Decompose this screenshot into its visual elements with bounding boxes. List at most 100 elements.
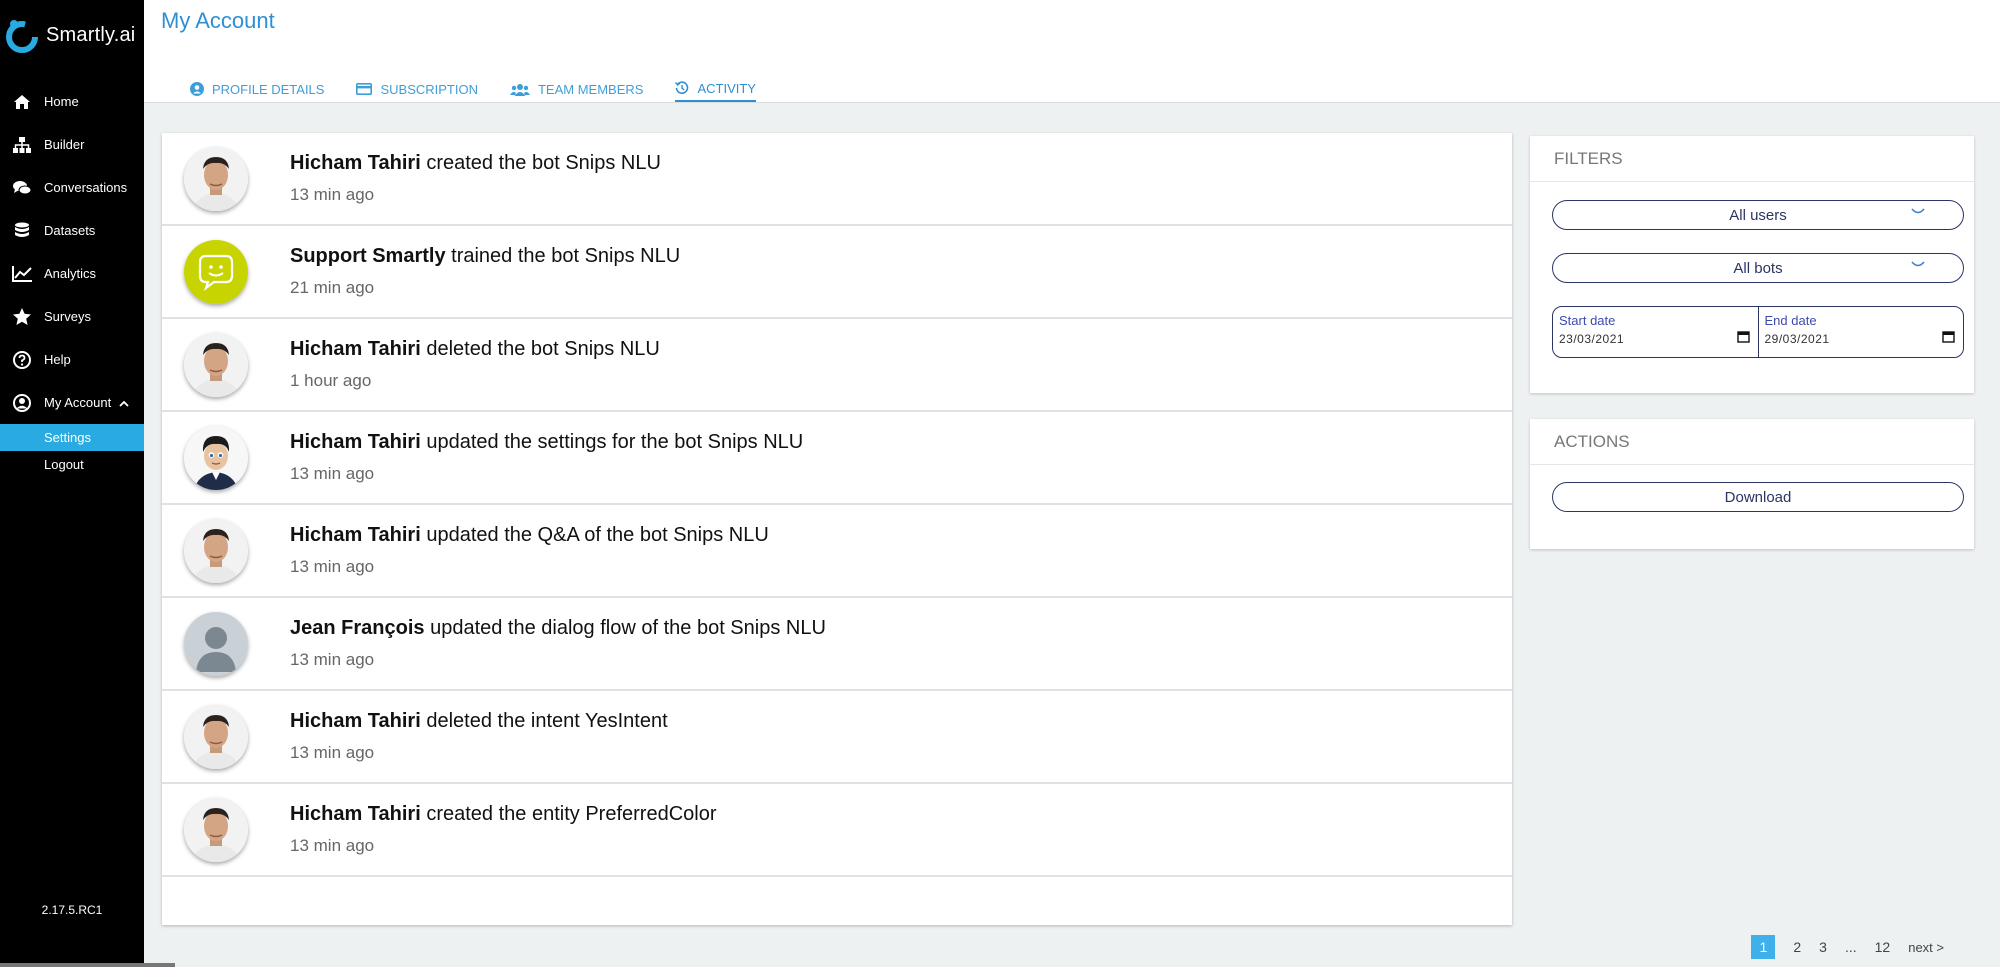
- activity-user: Hicham Tahiri: [290, 710, 421, 732]
- activity-action: created the entity PreferredColor: [426, 803, 717, 825]
- start-date-value: 23/03/2021: [1559, 332, 1625, 346]
- activity-description: Hicham Tahiri updated the settings for t…: [290, 431, 803, 454]
- users-icon: [509, 83, 530, 96]
- activity-description: Hicham Tahiri deleted the intent YesInte…: [290, 710, 668, 733]
- activity-time: 13 min ago: [290, 557, 375, 576]
- activity-description: Hicham Tahiri created the entity Preferr…: [290, 803, 717, 826]
- next-page-link[interactable]: next >: [1908, 940, 1944, 955]
- activity-user: Hicham Tahiri: [290, 431, 421, 453]
- tab-profile-details[interactable]: PROFILE DETAILS: [190, 80, 324, 102]
- history-icon: [675, 81, 689, 95]
- sidebar-item-conversations[interactable]: Conversations: [0, 166, 144, 209]
- activity-action: updated the dialog flow of the bot Snips…: [430, 617, 826, 639]
- sidebar-item-label: Home: [44, 94, 79, 109]
- sidebar-item-analytics[interactable]: Analytics: [0, 252, 144, 295]
- activity-row: Jean François updated the dialog flow of…: [162, 598, 1512, 691]
- sidebar-item-label: My Account: [44, 395, 112, 410]
- app-name: Smartly.ai: [46, 23, 136, 46]
- user-circle-icon: [12, 393, 32, 413]
- activity-user: Support Smartly: [290, 245, 446, 267]
- download-button[interactable]: Download: [1552, 482, 1964, 512]
- filters-panel: FILTERS All users All bots Start date 23…: [1530, 136, 1974, 393]
- activity-user: Hicham Tahiri: [290, 338, 421, 360]
- page-2[interactable]: 2: [1793, 939, 1801, 955]
- user-avatar: [184, 797, 248, 862]
- chart-line-icon: [12, 264, 32, 284]
- activity-text: Jean François updated the dialog flow of…: [290, 617, 826, 670]
- activity-time: 13 min ago: [290, 464, 375, 483]
- sidebar-item-label: Surveys: [44, 309, 91, 324]
- bots-select[interactable]: All bots: [1552, 253, 1964, 283]
- activity-action: updated the settings for the bot Snips N…: [426, 431, 804, 453]
- end-date-label: End date: [1764, 313, 1817, 328]
- sidebar-item-home[interactable]: Home: [0, 80, 144, 123]
- activity-text: Hicham Tahiri deleted the bot Snips NLU …: [290, 338, 660, 391]
- page-3[interactable]: 3: [1819, 939, 1827, 955]
- activity-time: 13 min ago: [290, 743, 375, 762]
- users-select[interactable]: All users: [1552, 200, 1964, 230]
- user-avatar: [184, 146, 248, 211]
- sidebar-item-help[interactable]: Help: [0, 338, 144, 381]
- users-select-value: All users: [1729, 206, 1787, 224]
- activity-description: Hicham Tahiri updated the Q&A of the bot…: [290, 524, 769, 547]
- user-avatar: [184, 518, 248, 583]
- activity-user: Jean François: [290, 617, 425, 639]
- sidebar-item-surveys[interactable]: Surveys: [0, 295, 144, 338]
- activity-user: Hicham Tahiri: [290, 524, 421, 546]
- sidebar-subitem-settings[interactable]: Settings: [0, 424, 144, 451]
- download-label: Download: [1724, 488, 1792, 506]
- activity-time: 1 hour ago: [290, 371, 372, 390]
- activity-description: Support Smartly trained the bot Snips NL…: [290, 245, 680, 268]
- tab-label: TEAM MEMBERS: [537, 81, 644, 97]
- sidebar-item-datasets[interactable]: Datasets: [0, 209, 144, 252]
- activity-row: Hicham Tahiri deleted the bot Snips NLU …: [162, 319, 1512, 412]
- cartoon-avatar: [184, 425, 248, 490]
- sidebar-subitem-logout[interactable]: Logout: [0, 451, 144, 478]
- page-1[interactable]: 1: [1751, 935, 1776, 959]
- star-icon: [12, 307, 32, 327]
- chat-icon: [12, 178, 32, 198]
- tab-subscription[interactable]: SUBSCRIPTION: [356, 80, 478, 102]
- status-strip: [0, 963, 175, 967]
- placeholder-avatar: [184, 611, 248, 676]
- sidebar: Smartly.ai Home Builder Conversations Da…: [0, 0, 144, 967]
- activity-action: trained the bot Snips NLU: [451, 245, 681, 267]
- sidebar-item-label: Datasets: [44, 223, 96, 238]
- end-date-field[interactable]: End date 29/03/2021: [1757, 307, 1964, 357]
- account-subnav: Settings Logout: [0, 424, 144, 478]
- user-avatar: [184, 332, 248, 397]
- app-logo[interactable]: Smartly.ai: [0, 0, 144, 70]
- sidebar-item-my-account[interactable]: My Account: [0, 381, 144, 424]
- activity-action: deleted the bot Snips NLU: [426, 338, 660, 360]
- page-12[interactable]: 12: [1875, 939, 1891, 955]
- database-icon: [12, 221, 32, 241]
- activity-time: 21 min ago: [290, 278, 375, 297]
- tab-label: ACTIVITY: [697, 80, 756, 96]
- start-date-label: Start date: [1559, 313, 1616, 328]
- tab-activity[interactable]: ACTIVITY: [675, 80, 756, 102]
- calendar-icon[interactable]: [1736, 330, 1750, 348]
- sidebar-item-label: Analytics: [44, 266, 97, 281]
- calendar-icon[interactable]: [1942, 330, 1955, 348]
- help-icon: [12, 350, 32, 370]
- start-date-field[interactable]: Start date 23/03/2021: [1553, 307, 1758, 357]
- sidebar-nav: Home Builder Conversations Datasets Anal…: [0, 80, 144, 424]
- tab-team-members[interactable]: TEAM MEMBERS: [509, 80, 644, 102]
- sidebar-item-builder[interactable]: Builder: [0, 123, 144, 166]
- activity-text: Hicham Tahiri updated the Q&A of the bot…: [290, 524, 769, 577]
- activity-row: Hicham Tahiri updated the Q&A of the bot…: [162, 505, 1512, 598]
- actions-title: ACTIONS: [1530, 419, 1974, 465]
- activity-row: Hicham Tahiri updated the settings for t…: [162, 412, 1512, 505]
- activity-list: Hicham Tahiri created the bot Snips NLU …: [162, 133, 1512, 925]
- activity-description: Hicham Tahiri created the bot Snips NLU: [290, 152, 661, 175]
- pagination: 1 2 3 ... 12 next >: [1751, 935, 1944, 959]
- activity-row: Hicham Tahiri created the bot Snips NLU …: [162, 133, 1512, 226]
- activity-text: Hicham Tahiri updated the settings for t…: [290, 431, 803, 484]
- activity-time: 13 min ago: [290, 836, 375, 855]
- user-circle-icon: [190, 82, 204, 96]
- credit-card-icon: [356, 83, 373, 95]
- bots-select-value: All bots: [1733, 259, 1783, 277]
- sidebar-item-label: Help: [44, 352, 71, 367]
- bot-avatar: [184, 239, 248, 304]
- activity-text: Hicham Tahiri deleted the intent YesInte…: [290, 710, 668, 763]
